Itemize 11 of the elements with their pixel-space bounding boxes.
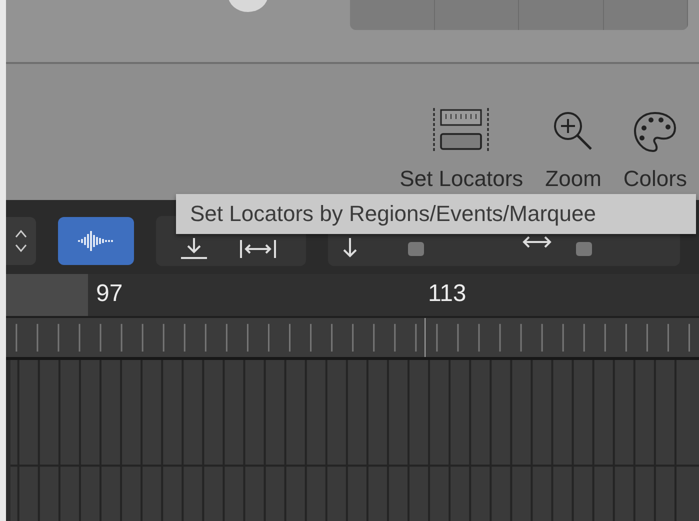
bar-number: 97 — [96, 280, 123, 308]
palette-icon — [632, 110, 678, 154]
waveform-button[interactable] — [58, 217, 134, 266]
download-icon[interactable] — [178, 236, 210, 260]
stepper-button[interactable] — [6, 217, 36, 266]
bar-number: 113 — [428, 280, 466, 308]
slider-thumb[interactable] — [408, 242, 424, 256]
tooltip: Set Locators by Regions/Events/Marquee — [176, 194, 696, 234]
slider-thumb[interactable] — [576, 242, 592, 256]
horizontal-arrows-icon[interactable] — [522, 234, 552, 250]
locators-icon — [432, 106, 490, 154]
